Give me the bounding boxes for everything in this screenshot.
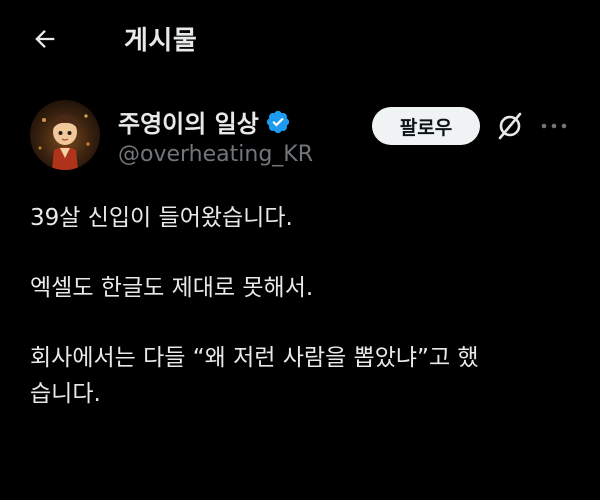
follow-button[interactable]: 팔로우 <box>372 107 480 145</box>
more-options-button[interactable] <box>536 108 572 144</box>
post-line: 39살 신입이 들어왔습니다. <box>30 205 293 231</box>
top-bar: 게시물 <box>0 0 600 76</box>
post-line: 엑셀도 한글도 제대로 못해서. <box>30 275 314 301</box>
post-paragraph-2: 엑셀도 한글도 제대로 못해서. <box>30 270 575 306</box>
avatar-image <box>30 100 100 170</box>
post-line: 습니다. <box>30 381 101 407</box>
page-title: 게시물 <box>124 26 198 56</box>
post-paragraph-1: 39살 신입이 들어왔습니다. <box>30 200 575 236</box>
display-name-link[interactable]: 주영이의 일상 <box>118 104 291 139</box>
more-horizontal-icon <box>541 123 567 129</box>
grok-button[interactable] <box>492 108 528 144</box>
back-button[interactable] <box>28 22 62 56</box>
post-text: 39살 신입이 들어왔습니다. 엑셀도 한글도 제대로 못해서. 회사에서는 다… <box>30 200 575 412</box>
verified-badge-icon <box>265 109 291 135</box>
author-row: 주영이의 일상 @overheating_KR 팔로우 <box>0 96 600 176</box>
post-paragraph-3: 회사에서는 다들 “왜 저런 사람을 뽑았냐”고 했 습니다. <box>30 340 575 412</box>
user-handle[interactable]: @overheating_KR <box>118 142 313 167</box>
grok-icon <box>498 112 522 140</box>
post-line: 회사에서는 다들 “왜 저런 사람을 뽑았냐”고 했 <box>30 345 479 371</box>
display-name: 주영이의 일상 <box>118 110 259 138</box>
arrow-left-icon <box>35 30 55 48</box>
avatar[interactable] <box>30 100 100 170</box>
